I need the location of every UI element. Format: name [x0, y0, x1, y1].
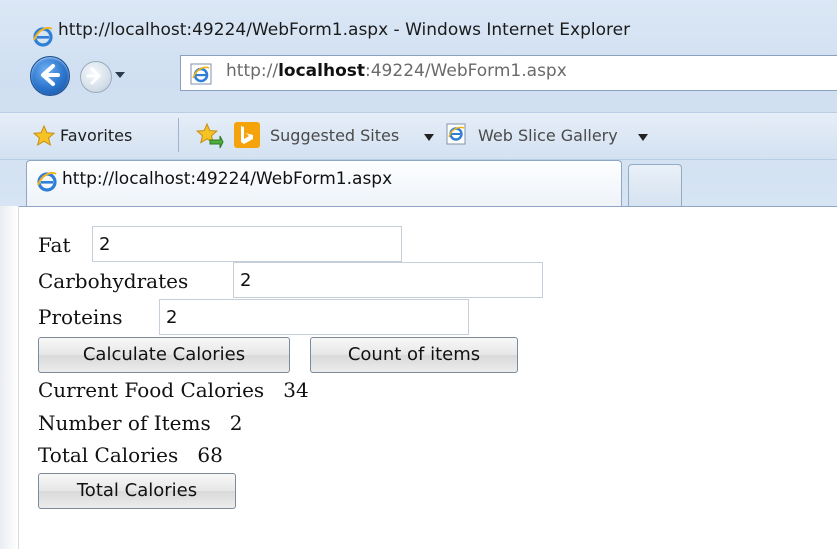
- calculate-calories-button[interactable]: Calculate Calories: [38, 337, 290, 373]
- proteins-input[interactable]: [159, 299, 469, 335]
- ie-icon: [33, 26, 53, 47]
- carbohydrates-label: Carbohydrates: [38, 269, 189, 293]
- back-button[interactable]: [30, 56, 70, 96]
- favorites-button[interactable]: Favorites: [60, 126, 132, 145]
- address-suffix: :49224/WebForm1.aspx: [365, 61, 567, 81]
- tab-ie-icon: [37, 171, 57, 192]
- back-arrow-icon: [41, 64, 60, 86]
- total-calories-button[interactable]: Total Calories: [38, 473, 236, 509]
- web-slice-gallery-dropdown-icon[interactable]: [638, 134, 648, 142]
- web-slice-gallery-icon[interactable]: [446, 122, 468, 146]
- content-left-border: [0, 206, 19, 549]
- total-calories-value: 68: [197, 443, 223, 467]
- total-calories-label: Total Calories: [38, 443, 179, 467]
- web-slice-gallery-button[interactable]: Web Slice Gallery: [478, 126, 618, 145]
- fat-input[interactable]: [92, 226, 402, 262]
- forward-button[interactable]: [80, 61, 112, 93]
- current-food-calories-value: 34: [283, 378, 309, 402]
- suggested-sites-button[interactable]: Suggested Sites: [270, 126, 399, 145]
- history-dropdown-icon[interactable]: [114, 69, 126, 81]
- suggested-sites-dropdown-icon[interactable]: [424, 134, 434, 142]
- tab-label[interactable]: http://localhost:49224/WebForm1.aspx: [62, 169, 392, 189]
- fat-label: Fat: [38, 233, 71, 257]
- page-ie-icon: [190, 63, 212, 85]
- address-url[interactable]: http://localhost:49224/WebForm1.aspx: [226, 61, 567, 81]
- count-of-items-button[interactable]: Count of items: [310, 337, 518, 373]
- add-favorite-icon[interactable]: [194, 122, 224, 150]
- address-prefix: http://: [226, 61, 279, 81]
- address-host: localhost: [278, 61, 366, 81]
- bing-glyph-icon: [241, 126, 253, 144]
- carbohydrates-input[interactable]: [233, 262, 543, 298]
- window-title: http://localhost:49224/WebForm1.aspx - W…: [58, 20, 631, 40]
- number-of-items-value: 2: [229, 411, 243, 435]
- new-tab-button[interactable]: [628, 164, 682, 207]
- number-of-items-label: Number of Items: [38, 411, 211, 435]
- forward-arrow-icon: [86, 67, 101, 85]
- proteins-label: Proteins: [38, 305, 123, 329]
- current-food-calories-label: Current Food Calories: [38, 378, 265, 402]
- bing-icon[interactable]: [234, 122, 260, 148]
- number-of-items-row: Number of Items 2: [38, 411, 243, 435]
- current-food-calories-row: Current Food Calories 34: [38, 378, 309, 402]
- total-calories-row: Total Calories 68: [38, 443, 223, 467]
- toolbar-separator: [178, 118, 179, 152]
- favorites-star-icon[interactable]: [32, 124, 56, 148]
